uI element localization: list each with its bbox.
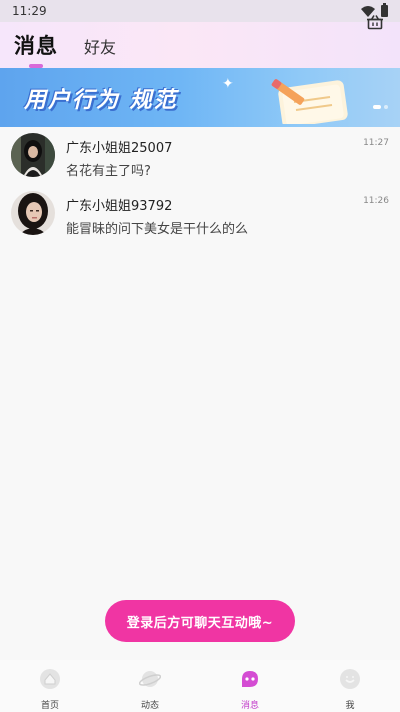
nav-item-messages[interactable]: 消息: [200, 660, 300, 712]
promo-banner[interactable]: 用户行为 规范 ✦: [0, 68, 400, 127]
message-time: 11:26: [363, 196, 389, 206]
nav-label-home: 首页: [40, 701, 59, 711]
nav-item-me[interactable]: 我: [300, 660, 400, 712]
banner-dot-active: [373, 105, 381, 109]
planet-icon: [139, 671, 161, 687]
message-preview: 能冒昧的问下美女是干什么的么: [66, 222, 249, 237]
list-item[interactable]: 广东小姐姐25007 名花有主了吗? 11:27: [0, 127, 400, 185]
tab-messages[interactable]: 消息: [14, 30, 58, 68]
banner-pagination: [373, 105, 388, 109]
list-item[interactable]: 广东小姐姐93792 能冒昧的问下美女是干什么的么 11:26: [0, 185, 400, 243]
nav-label-feed: 动态: [140, 701, 159, 711]
nav-item-home[interactable]: 首页: [0, 660, 100, 712]
message-time: 11:27: [363, 138, 389, 148]
bottom-nav: 首页 动态 消息 我: [0, 660, 400, 712]
nav-label-messages: 消息: [240, 701, 259, 711]
sparkle-icon: ✦: [222, 76, 234, 92]
status-time: 11:29: [12, 4, 47, 18]
basket-icon[interactable]: [366, 13, 384, 31]
avatar: [11, 133, 55, 177]
message-preview: 名花有主了吗?: [66, 164, 151, 179]
nav-label-me: 我: [345, 701, 355, 711]
message-sender: 广东小姐姐25007: [66, 141, 173, 156]
top-tabs: 消息 好友: [0, 22, 400, 68]
profile-icon: [340, 669, 360, 689]
tab-friends[interactable]: 好友: [84, 34, 116, 58]
avatar: [11, 191, 55, 235]
notepad-pencil-icon: [271, 79, 348, 124]
login-button[interactable]: 登录后方可聊天互动哦~: [105, 600, 295, 642]
banner-title: 用户行为 规范: [24, 88, 178, 113]
message-list: 广东小姐姐25007 名花有主了吗? 11:27 广东小姐姐93792 能冒昧的…: [0, 127, 400, 243]
message-sender: 广东小姐姐93792: [66, 199, 173, 214]
message-icon: [242, 671, 258, 687]
tab-messages-label: 消息: [14, 34, 58, 58]
nav-item-feed[interactable]: 动态: [100, 660, 200, 712]
home-icon: [40, 669, 60, 689]
status-bar: 11:29: [0, 0, 400, 22]
banner-dot: [384, 105, 388, 109]
